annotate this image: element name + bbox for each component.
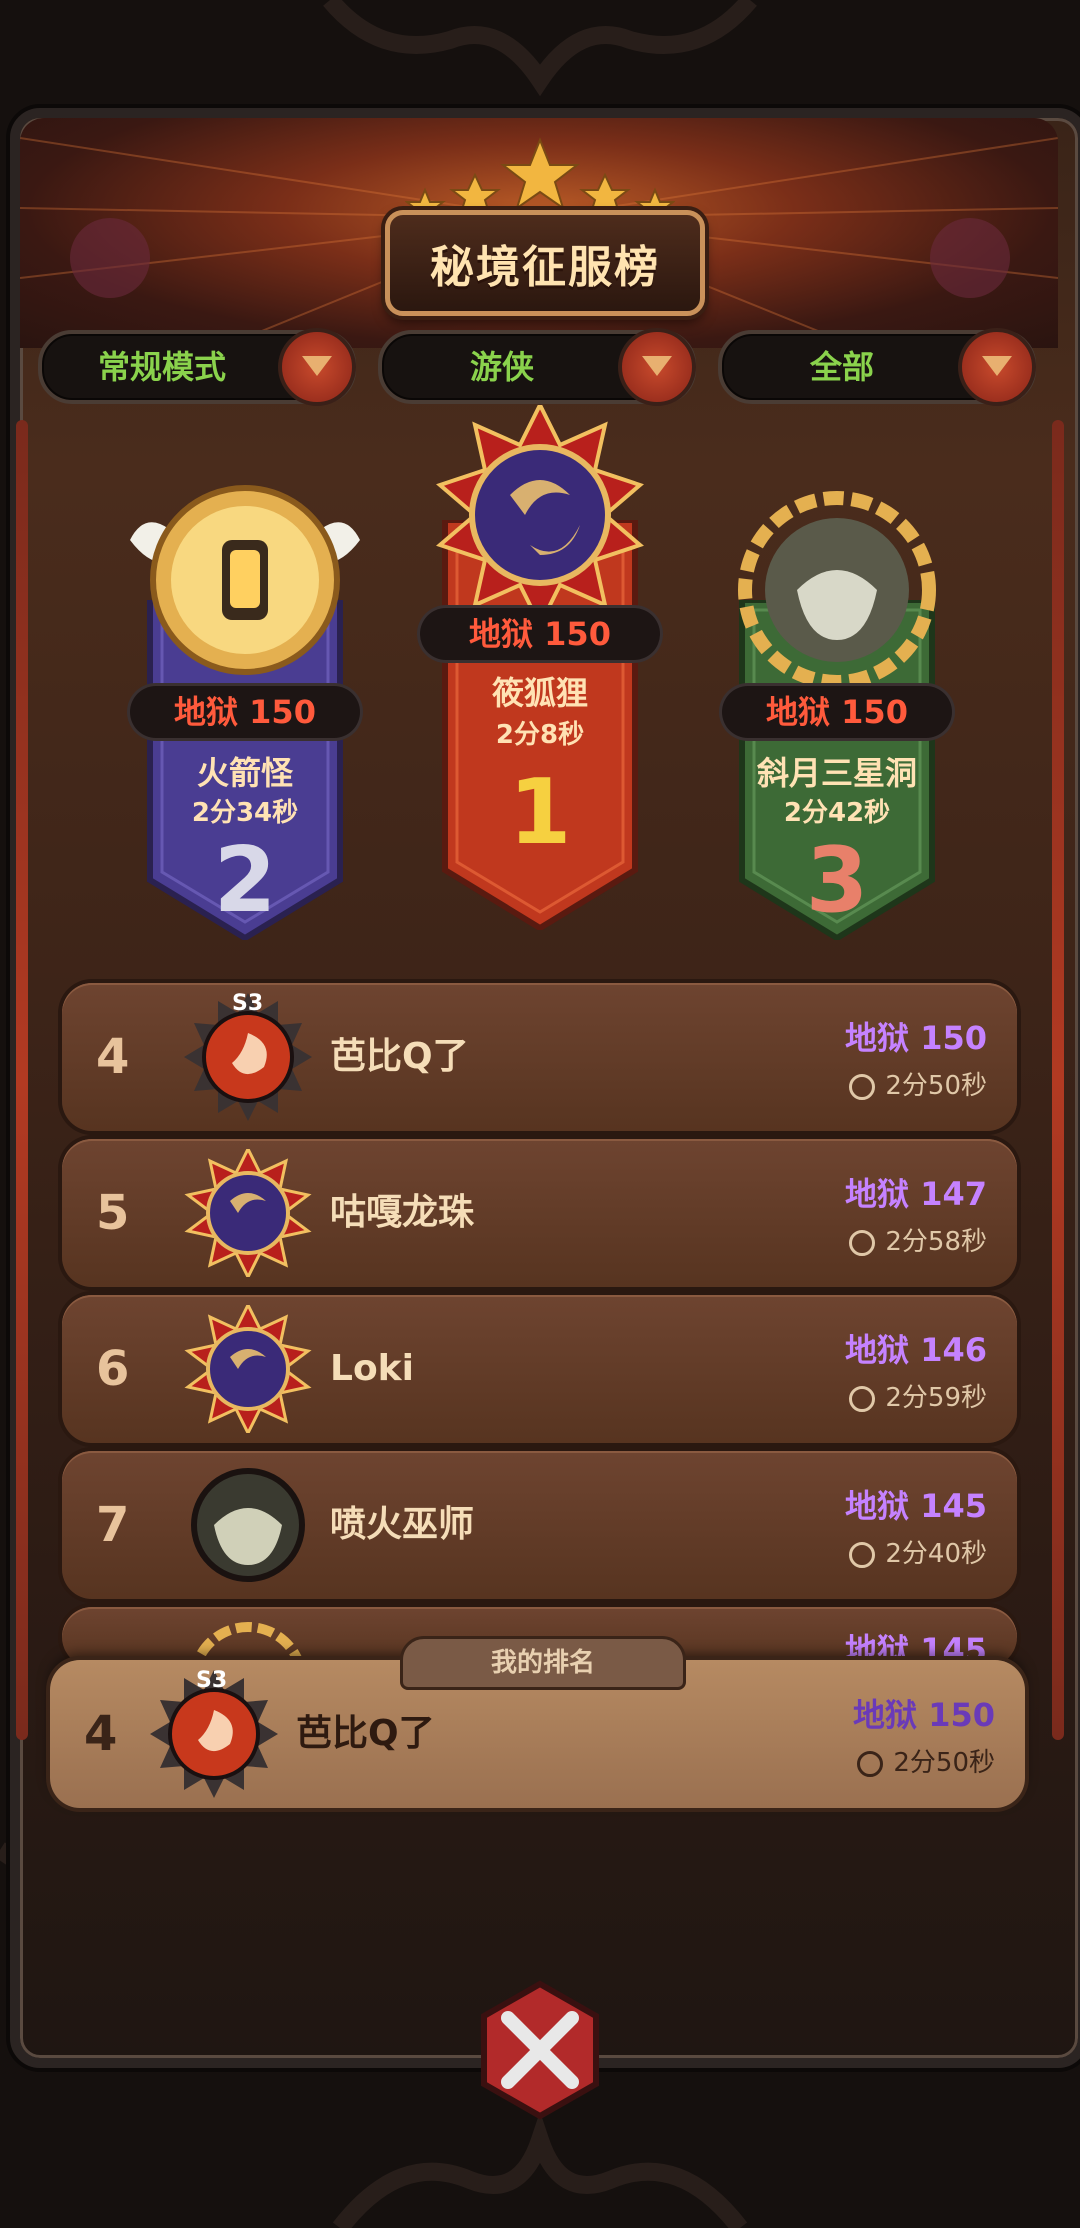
clock-icon bbox=[849, 1541, 876, 1568]
difficulty-score: 地狱 145 bbox=[845, 1487, 987, 1525]
clear-time: 2分8秒 bbox=[495, 720, 585, 750]
left-rail bbox=[16, 420, 28, 1740]
goblin-icon bbox=[191, 1468, 305, 1582]
season-badge: S3 bbox=[196, 1668, 228, 1693]
list-item[interactable]: 6 Loki 地狱 146 2分59秒 bbox=[62, 1295, 1017, 1443]
difficulty-badge: 地狱 150 bbox=[420, 608, 660, 660]
lantern-icon bbox=[130, 485, 360, 675]
rank-number: 7 bbox=[96, 1497, 130, 1553]
stars-decoration bbox=[405, 137, 675, 220]
player-name: 筱狐狸 bbox=[491, 674, 588, 712]
player-name: Loki bbox=[330, 1348, 414, 1389]
clear-time: 2分42秒 bbox=[783, 798, 891, 828]
player-name: 喷火巫师 bbox=[330, 1504, 475, 1545]
clear-time: 2分40秒 bbox=[849, 1533, 987, 1570]
mode-dropdown[interactable]: 常规模式 bbox=[38, 328, 356, 406]
clock-icon bbox=[849, 1229, 876, 1256]
clear-time: 2分59秒 bbox=[849, 1377, 987, 1414]
rank-number: 4 bbox=[84, 1706, 118, 1762]
close-button[interactable] bbox=[470, 1980, 610, 2120]
class-dropdown-label: 游侠 bbox=[469, 348, 534, 386]
chevron-down-icon[interactable] bbox=[618, 328, 696, 406]
mode-dropdown-label: 常规模式 bbox=[97, 348, 226, 386]
difficulty-score: 地狱 150 bbox=[845, 1019, 987, 1057]
list-item[interactable]: 7 喷火巫师 地狱 145 2分40秒 bbox=[62, 1451, 1017, 1599]
right-rail bbox=[1052, 420, 1064, 1740]
clear-time: 2分50秒 bbox=[849, 1065, 987, 1102]
difficulty-score: 地狱 146 bbox=[845, 1331, 987, 1369]
class-dropdown[interactable]: 游侠 bbox=[378, 328, 696, 406]
place-number: 2 bbox=[213, 828, 277, 933]
difficulty-score: 地狱 147 bbox=[845, 1175, 987, 1213]
rank-number: 6 bbox=[96, 1341, 130, 1397]
difficulty-badge: 地狱 150 bbox=[130, 686, 360, 738]
list-item[interactable]: 4 S3 芭比Q了 地狱 150 2分50秒 bbox=[62, 983, 1017, 1131]
place-number: 1 bbox=[508, 760, 572, 865]
rank-number: 5 bbox=[96, 1185, 130, 1241]
clock-icon bbox=[857, 1750, 884, 1777]
list-item[interactable]: 5 咕嘎龙珠 地狱 147 2分58秒 bbox=[62, 1139, 1017, 1287]
player-name: 斜月三星洞 bbox=[756, 754, 917, 792]
player-name: 咕嘎龙珠 bbox=[330, 1192, 475, 1233]
clock-icon bbox=[849, 1385, 876, 1412]
player-name: 火箭怪 bbox=[196, 754, 293, 792]
moon-star-icon bbox=[184, 1149, 312, 1277]
rank-number: 4 bbox=[96, 1029, 130, 1085]
my-rank-label: 我的排名 bbox=[400, 1636, 686, 1690]
chevron-down-icon[interactable] bbox=[278, 328, 356, 406]
scope-dropdown-label: 全部 bbox=[809, 348, 874, 386]
goblin-icon bbox=[738, 491, 936, 689]
title-plate: 秘境征服榜 bbox=[385, 210, 705, 316]
clear-time: 2分34秒 bbox=[191, 798, 299, 828]
season-badge: S3 bbox=[232, 991, 264, 1016]
moon-star-icon bbox=[184, 1305, 312, 1433]
clear-time: 2分58秒 bbox=[849, 1221, 987, 1258]
clear-time: 2分50秒 bbox=[857, 1742, 995, 1779]
chevron-down-icon[interactable] bbox=[958, 328, 1036, 406]
difficulty-score: 地狱 150 bbox=[853, 1696, 995, 1734]
difficulty-badge: 地狱 150 bbox=[722, 686, 952, 738]
moon-star-icon bbox=[436, 405, 644, 625]
page-title: 秘境征服榜 bbox=[430, 242, 660, 293]
clock-icon bbox=[849, 1073, 876, 1100]
scope-dropdown[interactable]: 全部 bbox=[718, 328, 1036, 406]
place-number: 3 bbox=[805, 828, 869, 933]
player-name: 芭比Q了 bbox=[330, 1036, 469, 1077]
